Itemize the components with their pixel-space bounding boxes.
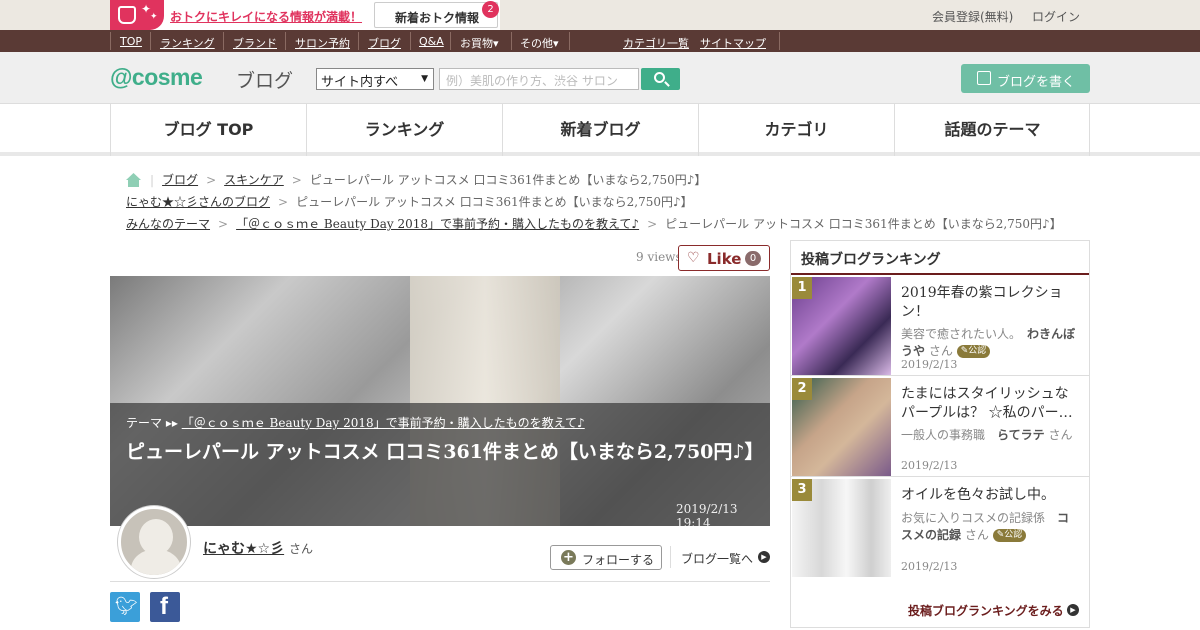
ranking-author: 美容で癒されたい人。 わきんぼうや さん ✎公認 bbox=[901, 327, 1076, 358]
nav-ranking[interactable]: ランキング bbox=[160, 35, 215, 51]
ranking-author: 一般人の事務職 らてラテ さん bbox=[901, 428, 1073, 442]
nav-top[interactable]: TOP bbox=[120, 35, 142, 48]
follow-button[interactable]: + フォローする bbox=[550, 545, 662, 570]
like-count: 0 bbox=[745, 251, 761, 266]
tab-themes[interactable]: 話題のテーマ bbox=[894, 104, 1090, 156]
post-theme: テーマ ▸▸ 「＠ｃｏｓｍｅ Beauty Day 2018」で事前予約・購入し… bbox=[126, 416, 585, 430]
tab-new-blogs[interactable]: 新着ブログ bbox=[502, 104, 698, 156]
nav-salon[interactable]: サロン予約 bbox=[295, 35, 350, 51]
heart-icon: ♡ bbox=[687, 250, 700, 266]
ranking-title[interactable]: 2019年春の紫コレクション！ bbox=[901, 284, 1081, 322]
breadcrumb-2: にゃむ★☆彡さんのブログ > ピューレパール アットコスメ 口コミ361件まとめ【い… bbox=[126, 195, 693, 209]
facebook-share-icon[interactable]: f bbox=[150, 592, 180, 622]
logo-sub[interactable]: ブログ bbox=[236, 66, 293, 93]
view-count: 9 views bbox=[636, 250, 682, 264]
ranking-heading: 投稿ブログランキング bbox=[791, 241, 1089, 275]
twitter-share-icon[interactable]: 🐦︎ bbox=[110, 592, 140, 622]
ranking-title[interactable]: たまにはスタイリッシュなパープルは？ ☆私のパー… bbox=[901, 385, 1081, 423]
post-date: 2019/2/13 19:14 bbox=[676, 502, 738, 526]
site-header: @cosme ブログ サイト内すべ ▼ 例）美肌の作り方、渋谷 サロン ブログを書… bbox=[0, 52, 1200, 104]
nav-other[interactable]: その他▾ bbox=[520, 35, 559, 51]
write-blog-button[interactable]: ブログを書く bbox=[961, 64, 1090, 93]
new-info-count-badge: 2 bbox=[482, 1, 499, 18]
ranking-title[interactable]: オイルを色々お試し中。 bbox=[901, 486, 1081, 505]
breadcrumb-1: | ブログ > スキンケア > ピューレパール アットコスメ 口コミ361件まとめ【いまな… bbox=[150, 173, 707, 187]
tab-blog-top[interactable]: ブログ TOP bbox=[110, 104, 306, 156]
nav-brand[interactable]: ブランド bbox=[233, 35, 277, 51]
theme-link[interactable]: 「＠ｃｏｓｍｅ Beauty Day 2018」で事前予約・購入したものを教えて… bbox=[182, 416, 585, 430]
login-link[interactable]: ログイン bbox=[1032, 8, 1080, 25]
crumb-blog[interactable]: ブログ bbox=[162, 173, 198, 187]
tab-ranking[interactable]: ランキング bbox=[306, 104, 502, 156]
search-button[interactable] bbox=[641, 68, 680, 90]
blog-list-link[interactable]: ブログ一覧へ bbox=[681, 550, 753, 567]
search-input[interactable]: 例）美肌の作り方、渋谷 サロン bbox=[439, 68, 639, 90]
crumb-themes[interactable]: みんなのテーマ bbox=[126, 217, 210, 231]
nav-category-list[interactable]: カテゴリ一覧 bbox=[623, 35, 689, 51]
author-suffix: さん bbox=[289, 542, 314, 556]
tab-category[interactable]: カテゴリ bbox=[698, 104, 894, 156]
search-icon bbox=[654, 72, 665, 83]
home-icon[interactable] bbox=[126, 173, 141, 187]
global-nav: TOP ランキング ブランド サロン予約 ブログ Q&A お買物▾ その他▾ カ… bbox=[0, 30, 1200, 52]
breadcrumb-3: みんなのテーマ > 「＠ｃｏｓｍｅ Beauty Day 2018」で事前予約・購入… bbox=[126, 217, 1062, 231]
ranking-item[interactable]: 1 2019年春の紫コレクション！ 美容で癒されたい人。 わきんぼうや さん ✎… bbox=[791, 276, 1089, 376]
crumb-user-blog[interactable]: にゃむ★☆彡さんのブログ bbox=[126, 195, 270, 209]
nav-qa[interactable]: Q&A bbox=[419, 35, 444, 48]
search-scope-select[interactable]: サイト内すべ ▼ bbox=[316, 68, 434, 90]
blog-nav: ブログ TOP ランキング 新着ブログ カテゴリ 話題のテーマ bbox=[0, 104, 1200, 156]
author-name[interactable]: にゃむ★☆彡 bbox=[203, 538, 284, 558]
nav-sitemap[interactable]: サイトマップ bbox=[700, 35, 766, 51]
pencil-icon bbox=[977, 71, 991, 85]
plus-icon: + bbox=[561, 550, 576, 565]
register-link[interactable]: 会員登録(無料) bbox=[932, 8, 1013, 25]
crumb-skincare[interactable]: スキンケア bbox=[224, 173, 284, 187]
cosme-logo[interactable]: @cosme bbox=[110, 64, 203, 91]
dropdown-arrow-icon: ▼ bbox=[421, 74, 428, 84]
new-info-label: 新着おトク情報 bbox=[395, 11, 480, 25]
crumb-theme[interactable]: 「＠ｃｏｓｍｅ Beauty Day 2018」で事前予約・購入したものを教えて… bbox=[236, 217, 639, 231]
ranking-item[interactable]: 3 オイルを色々お試し中。 お気に入りコスメの記録係 コスメの記録 さん ✎公認… bbox=[791, 478, 1089, 578]
arrow-right-icon: ▶ bbox=[758, 551, 770, 563]
nav-blog[interactable]: ブログ bbox=[368, 35, 401, 51]
ranking-more-link[interactable]: 投稿ブログランキングをみる bbox=[908, 602, 1064, 619]
arrow-right-icon: ▶ bbox=[1067, 604, 1079, 616]
avatar[interactable] bbox=[118, 506, 190, 578]
hero-image: テーマ ▸▸ 「＠ｃｏｓｍｅ Beauty Day 2018」で事前予約・購入し… bbox=[110, 276, 770, 526]
ranking-author: お気に入りコスメの記録係 コスメの記録 さん ✎公認 bbox=[901, 511, 1070, 542]
post-title: ピューレパール アットコスメ 口コミ361件まとめ【いまなら2,750円♪】 bbox=[126, 441, 764, 463]
promo-bag-icon[interactable]: ✦ ✦ bbox=[110, 0, 164, 30]
ranking-item[interactable]: 2 たまにはスタイリッシュなパープルは？ ☆私のパー… 一般人の事務職 らてラテ… bbox=[791, 377, 1089, 477]
promo-link[interactable]: おトクにキレイになる情報が満載！ bbox=[170, 8, 362, 25]
new-info-button[interactable]: 新着おトク情報 2 bbox=[374, 1, 499, 28]
ranking-panel: 投稿ブログランキング 1 2019年春の紫コレクション！ 美容で癒されたい人。 … bbox=[790, 240, 1090, 628]
nav-shopping[interactable]: お買物▾ bbox=[460, 35, 499, 51]
like-button[interactable]: ♡ Like 0 bbox=[678, 245, 770, 271]
